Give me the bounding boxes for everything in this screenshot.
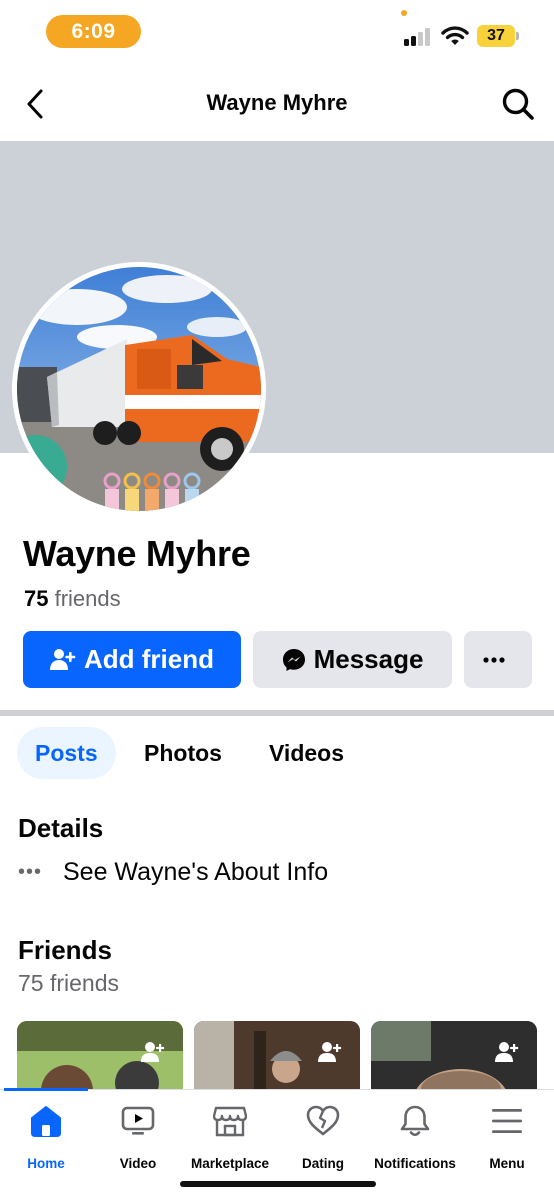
profile-picture[interactable]: [12, 262, 266, 516]
nav-menu[interactable]: Menu: [461, 1102, 553, 1171]
marketplace-icon: [213, 1106, 247, 1137]
privacy-indicator-dot: [401, 10, 407, 16]
nav-marketplace-label: Marketplace: [190, 1156, 270, 1171]
more-dots-icon: •••: [18, 860, 43, 883]
add-friend-icon[interactable]: [318, 1041, 342, 1063]
nav-video-label: Video: [119, 1156, 157, 1171]
friend-card[interactable]: [194, 1021, 360, 1091]
video-icon: [121, 1106, 155, 1135]
message-button[interactable]: Message: [253, 631, 452, 688]
bell-icon: [400, 1105, 430, 1137]
tab-videos[interactable]: Videos: [269, 727, 344, 779]
friends-count-number: 75: [24, 586, 49, 611]
cellular-signal-icon: [404, 28, 434, 46]
nav-notifications[interactable]: Notifications: [369, 1102, 461, 1171]
battery-indicator: 37: [477, 25, 519, 47]
search-button[interactable]: [498, 84, 538, 124]
friends-subtitle: 75 friends: [18, 970, 120, 996]
add-friend-label: Add friend: [84, 644, 214, 674]
friends-heading: Friends: [18, 935, 112, 965]
menu-icon: [492, 1109, 522, 1133]
tab-photos[interactable]: Photos: [144, 727, 222, 779]
nav-marketplace[interactable]: Marketplace: [184, 1102, 276, 1171]
more-horizontal-icon: [483, 656, 505, 663]
more-options-button[interactable]: [464, 631, 532, 688]
nav-dating[interactable]: Dating: [277, 1102, 369, 1171]
nav-home-label: Home: [27, 1156, 65, 1171]
page-title: Wayne Myhre: [206, 90, 348, 115]
message-label: Message: [313, 644, 424, 674]
home-indicator[interactable]: [180, 1181, 376, 1187]
friend-suggestions: [17, 1021, 554, 1091]
wifi-icon: [441, 26, 469, 45]
active-tab-indicator: [4, 1088, 88, 1091]
nav-video[interactable]: Video: [92, 1102, 184, 1171]
nav-dating-label: Dating: [302, 1156, 344, 1171]
friends-count-label: friends: [54, 586, 121, 611]
friends-count[interactable]: 75 friends: [24, 586, 121, 612]
nav-home[interactable]: Home: [0, 1102, 92, 1171]
profile-photo-truck: [17, 267, 261, 511]
about-info-label: See Wayne's About Info: [63, 857, 329, 886]
profile-name: Wayne Myhre: [23, 533, 251, 574]
status-bar: 6:09 37: [0, 0, 554, 62]
friend-card[interactable]: [17, 1021, 183, 1091]
profile-header: Wayne Myhre: [0, 62, 554, 142]
status-time: 6:09: [46, 15, 141, 48]
add-friend-icon[interactable]: [495, 1041, 519, 1063]
friend-card[interactable]: [371, 1021, 537, 1091]
add-person-icon: [50, 648, 76, 670]
home-icon: [31, 1106, 61, 1137]
tab-posts[interactable]: Posts: [17, 727, 116, 779]
profile-actions: Add friend Message: [23, 631, 532, 688]
details-heading: Details: [18, 813, 104, 843]
search-icon: [502, 88, 534, 120]
nav-notifications-label: Notifications: [374, 1156, 456, 1171]
dating-icon: [306, 1105, 340, 1136]
about-info-link[interactable]: ••• See Wayne's About Info: [18, 855, 328, 889]
add-friend-button[interactable]: Add friend: [23, 631, 241, 688]
add-friend-icon[interactable]: [141, 1041, 165, 1063]
section-divider: [0, 710, 554, 716]
messenger-icon: [282, 648, 305, 671]
nav-menu-label: Menu: [489, 1156, 525, 1171]
